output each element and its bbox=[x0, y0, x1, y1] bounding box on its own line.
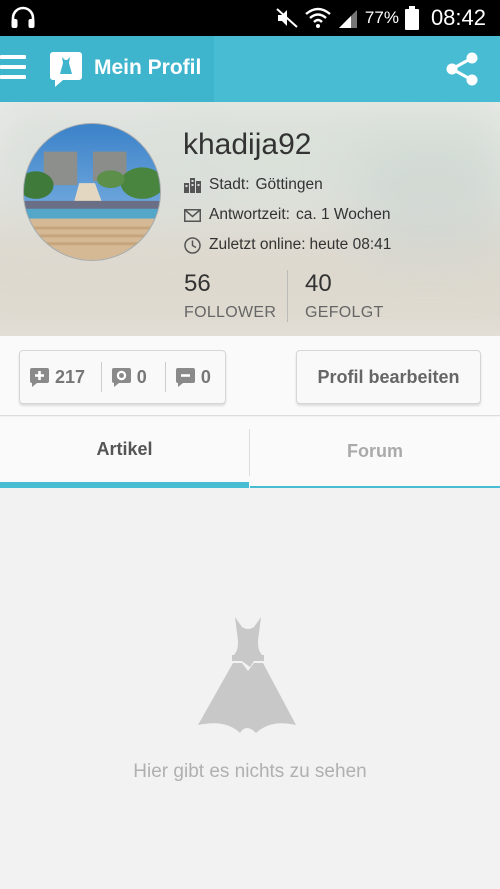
plus-count: 217 bbox=[55, 366, 86, 387]
following-count: 40 bbox=[305, 270, 332, 297]
empty-state-text: Hier gibt es nichts zu sehen bbox=[133, 761, 367, 782]
plus-counter[interactable]: 217 bbox=[20, 351, 101, 403]
following-label: GEFOLGT bbox=[305, 304, 384, 321]
follower-stat[interactable]: 56 FOLLOWER bbox=[184, 270, 276, 322]
menu-icon[interactable] bbox=[0, 55, 26, 83]
username: khadija92 bbox=[183, 128, 312, 161]
action-bar: 217 0 0 Profil bearbeiten bbox=[0, 336, 500, 416]
wifi-icon bbox=[305, 7, 331, 28]
answer-time-value: ca. 1 Wochen bbox=[295, 206, 391, 223]
minus-bubble-icon bbox=[175, 367, 195, 387]
app-logo-icon bbox=[50, 52, 82, 87]
counter-group: 217 0 0 bbox=[19, 350, 226, 404]
city-icon bbox=[184, 178, 201, 193]
follower-label: FOLLOWER bbox=[184, 304, 277, 321]
share-icon[interactable] bbox=[444, 51, 480, 87]
follower-count: 56 bbox=[184, 270, 211, 297]
comment-counter[interactable]: 0 bbox=[102, 351, 165, 403]
last-online-row: Zuletzt online: heute 08:41 bbox=[184, 236, 391, 254]
answer-time-label: Antwortzeit: bbox=[209, 206, 290, 223]
empty-state: Hier gibt es nichts zu sehen bbox=[0, 488, 500, 889]
minus-count: 0 bbox=[200, 366, 211, 387]
battery-percent: 77% bbox=[364, 8, 399, 27]
dress-icon bbox=[198, 617, 296, 733]
stat-divider bbox=[287, 270, 288, 322]
tab-forum[interactable]: Forum bbox=[250, 417, 500, 488]
minus-counter[interactable]: 0 bbox=[166, 351, 225, 403]
following-stat[interactable]: 40 GEFOLGT bbox=[305, 270, 384, 322]
tab-bar: Artikel Forum bbox=[0, 417, 500, 488]
app-title: Mein Profil bbox=[94, 56, 202, 79]
city-label: Stadt: bbox=[209, 176, 250, 193]
status-bar: 77% 08:42 bbox=[0, 0, 500, 36]
city-value: Göttingen bbox=[255, 176, 323, 193]
headphones-icon bbox=[11, 6, 35, 28]
signal-icon bbox=[338, 10, 357, 28]
tab-artikel[interactable]: Artikel bbox=[0, 417, 249, 488]
battery-icon bbox=[404, 6, 419, 30]
edit-profile-button[interactable]: Profil bearbeiten bbox=[296, 350, 481, 404]
last-online-value: heute 08:41 bbox=[309, 236, 392, 253]
city-row: Stadt: Göttingen bbox=[184, 176, 323, 194]
answer-time-row: Antwortzeit: ca. 1 Wochen bbox=[184, 206, 390, 224]
comment-count: 0 bbox=[136, 366, 147, 387]
avatar[interactable] bbox=[23, 123, 161, 261]
profile-header: khadija92 Stadt: Göttingen Antwortzeit: … bbox=[0, 102, 500, 336]
clock: 08:42 bbox=[430, 5, 486, 30]
clock-icon bbox=[184, 236, 201, 254]
last-online-label: Zuletzt online: bbox=[209, 236, 306, 253]
mute-icon bbox=[276, 8, 298, 28]
plus-bubble-icon bbox=[30, 367, 49, 387]
mail-icon bbox=[184, 208, 201, 222]
app-bar-title-block: Mein Profil bbox=[0, 36, 214, 102]
app-bar: Mein Profil bbox=[0, 36, 500, 102]
comment-bubble-icon bbox=[111, 367, 131, 387]
